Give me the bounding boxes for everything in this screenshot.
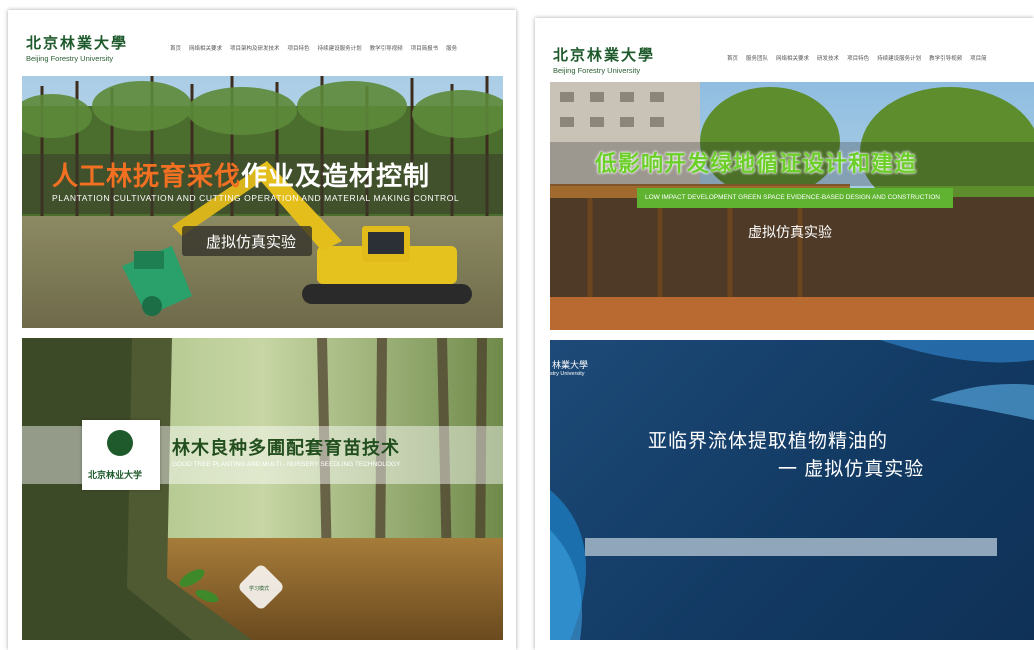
banner2-title: 林木良种多圃配套育苗技术 — [172, 438, 400, 458]
partial-logo-english: stry University — [550, 371, 585, 377]
banner-subtitle: PLANTATION CULTIVATION AND CUTTING OPERA… — [52, 193, 460, 203]
green-space-pavilion-scene — [550, 82, 1034, 330]
virtual-experiment-button[interactable]: 虚拟仿真实验 — [748, 222, 832, 242]
nav-item-service[interactable]: 服务 — [446, 44, 457, 52]
learning-mode-label: 学习模式 — [249, 586, 270, 592]
site-header: 北京林業大學 Beijing Forestry University 首页 网络… — [8, 10, 516, 72]
logo-english-name: Beijing Forestry University — [553, 66, 641, 75]
virtual-experiment-button[interactable]: 虚拟仿真实验 — [206, 231, 296, 252]
nav-item-video[interactable]: 教学引导视频 — [929, 54, 962, 62]
nav-item-tech[interactable]: 研发技术 — [817, 54, 839, 62]
university-logo[interactable]: 北京林業大學 Beijing Forestry University — [553, 44, 655, 75]
university-emblem-icon — [107, 430, 133, 456]
nav-item-service-plan[interactable]: 持续建设服务计划 — [877, 54, 921, 62]
nav-item-video[interactable]: 教学引导视频 — [370, 44, 403, 52]
banner-subcritical-extraction[interactable]: 林業大學 stry University 亚临界流体提取植物精油的 一 虚拟仿真… — [550, 340, 1034, 640]
main-nav: 首页 服务团队 网络相关要求 研发技术 项目特色 持续建设服务计划 教学引导视频… — [727, 54, 987, 62]
left-screenshot-panel: 北京林業大學 Beijing Forestry University 首页 网络… — [8, 10, 516, 650]
experiment-title-line2: 一 虚拟仿真实验 — [778, 459, 925, 480]
nav-item-team[interactable]: 服务团队 — [746, 54, 768, 62]
nav-item-network[interactable]: 网络相关要求 — [776, 54, 809, 62]
nav-item-home[interactable]: 首页 — [170, 44, 181, 52]
banner-plantation-cutting[interactable]: 人工林抚育采伐作业及造材控制 PLANTATION CULTIVATION AN… — [22, 76, 503, 328]
banner-title: 人工林抚育采伐作业及造材控制 — [52, 156, 430, 193]
nav-item-home[interactable]: 首页 — [727, 54, 738, 62]
nav-item-brief[interactable]: 项目简 — [970, 54, 987, 62]
experiment-title-line1: 亚临界流体提取植物精油的 — [648, 431, 889, 452]
logo-chinese-name: 北京林業大學 — [26, 34, 129, 52]
logo-english-name: Beijing Forestry University — [26, 54, 114, 63]
banner-title-rest: 作业及造材控制 — [241, 161, 431, 191]
nav-item-brief[interactable]: 项目简报书 — [411, 44, 439, 52]
right-screenshot-panel: 北京林業大學 Beijing Forestry University 首页 服务… — [535, 18, 1034, 650]
logo-chinese-name: 北京林業大學 — [553, 46, 656, 64]
banner-low-impact-development[interactable]: 低影响开发绿地循证设计和建造 LOW IMPACT DEVELOPMENT GR… — [550, 82, 1034, 330]
emblem-university-name: 北京林业大学 — [88, 471, 143, 481]
site-header: 北京林業大學 Beijing Forestry University 首页 服务… — [535, 18, 1034, 80]
banner-title-highlight: 人工林抚育采伐 — [52, 161, 242, 191]
university-logo[interactable]: 北京林業大學 Beijing Forestry University — [26, 32, 128, 63]
partial-logo-chinese: 林業大學 — [552, 361, 589, 371]
banner-seedling-technology[interactable]: 北京林业大学 林木良种多圃配套育苗技术 GOOD TREE PLANTING A… — [22, 338, 503, 640]
nav-item-features[interactable]: 项目特色 — [288, 44, 310, 52]
banner-subtitle: LOW IMPACT DEVELOPMENT GREEN SPACE EVIDE… — [645, 194, 940, 201]
nav-item-service-plan[interactable]: 持续建设服务计划 — [318, 44, 362, 52]
nav-item-architecture[interactable]: 项目架构及研发技术 — [230, 44, 280, 52]
blue-wave-background — [550, 340, 1034, 640]
banner-title: 低影响开发绿地循证设计和建造 — [595, 151, 918, 176]
main-nav: 首页 网络相关要求 项目架构及研发技术 项目特色 持续建设服务计划 教学引导视频… — [170, 44, 457, 52]
loading-progress-bar — [585, 538, 997, 556]
nav-item-network[interactable]: 网络相关要求 — [189, 44, 222, 52]
nav-item-features[interactable]: 项目特色 — [847, 54, 869, 62]
banner2-subtitle: GOOD TREE PLANTING AND MULTI - NURSERY S… — [172, 461, 401, 468]
university-emblem-card: 北京林业大学 — [82, 420, 160, 490]
